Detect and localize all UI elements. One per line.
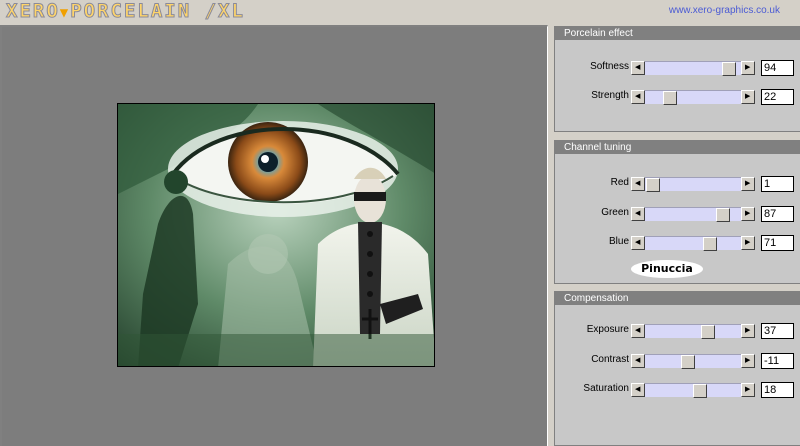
slider-thumb[interactable] [681,355,695,369]
preview-image [117,103,435,367]
slider-thumb[interactable] [663,91,677,105]
slider-track[interactable] [645,207,741,222]
arrow-right-icon: ▶ [745,386,751,393]
slider-track[interactable] [645,177,741,192]
contrast-row: Contrast ◀ ▶ -11 [555,353,800,369]
softness-increase-button[interactable]: ▶ [741,61,755,75]
saturation-increase-button[interactable]: ▶ [741,383,755,397]
contrast-label: Contrast [591,354,629,365]
arrow-left-icon: ◀ [635,357,641,364]
strength-row: Strength ◀ ▶ 22 [555,89,800,105]
red-label: Red [610,177,629,188]
softness-decrease-button[interactable]: ◀ [631,61,645,75]
title-bar: XERO▼PORCELAIN /XL www.xero-graphics.co.… [0,0,800,23]
exposure-decrease-button[interactable]: ◀ [631,324,645,338]
slider-track[interactable] [645,236,741,251]
app-logo: XERO▼PORCELAIN /XL [6,0,245,23]
slider-track[interactable] [645,61,741,76]
exposure-slider[interactable]: ◀ ▶ [631,324,755,339]
slider-thumb[interactable] [701,325,715,339]
panel-title: Channel tuning [555,141,800,154]
red-row: Red ◀ ▶ 1 [555,176,800,192]
logo-text-right: PORCELAIN /XL [70,0,245,23]
contrast-value-input[interactable]: -11 [761,353,794,369]
panel-title: Porcelain effect [555,27,800,40]
green-value-input[interactable]: 87 [761,206,794,222]
arrow-left-icon: ◀ [635,64,641,71]
arrow-right-icon: ▶ [745,239,751,246]
saturation-value-input[interactable]: 18 [761,382,794,398]
softness-value-input[interactable]: 94 [761,60,794,76]
arrow-left-icon: ◀ [635,93,641,100]
arrow-left-icon: ◀ [635,180,641,187]
exposure-value-input[interactable]: 37 [761,323,794,339]
logo-text-left: XERO [6,0,60,23]
softness-slider[interactable]: ◀ ▶ [631,61,755,76]
red-slider[interactable]: ◀ ▶ [631,177,755,192]
compensation-panel: Compensation Exposure ◀ ▶ 37 Contrast ◀ … [554,291,800,446]
strength-decrease-button[interactable]: ◀ [631,90,645,104]
slider-track[interactable] [645,324,741,339]
arrow-left-icon: ◀ [635,239,641,246]
saturation-label: Saturation [583,383,629,394]
arrow-left-icon: ◀ [635,210,641,217]
arrow-right-icon: ▶ [745,64,751,71]
logo-separator: ▼ [59,5,71,21]
saturation-row: Saturation ◀ ▶ 18 [555,382,800,398]
green-row: Green ◀ ▶ 87 [555,206,800,222]
red-value-input[interactable]: 1 [761,176,794,192]
slider-thumb[interactable] [703,237,717,251]
blue-increase-button[interactable]: ▶ [741,236,755,250]
blue-slider[interactable]: ◀ ▶ [631,236,755,251]
blue-decrease-button[interactable]: ◀ [631,236,645,250]
green-slider[interactable]: ◀ ▶ [631,207,755,222]
green-increase-button[interactable]: ▶ [741,207,755,221]
blue-label: Blue [608,236,629,247]
strength-value-input[interactable]: 22 [761,89,794,105]
porcelain-effect-panel: Porcelain effect Softness ◀ ▶ 94 Strengt… [554,26,800,132]
arrow-right-icon: ▶ [745,357,751,364]
blue-row: Blue ◀ ▶ 71 [555,235,800,251]
saturation-slider[interactable]: ◀ ▶ [631,383,755,398]
arrow-right-icon: ▶ [745,327,751,334]
exposure-label: Exposure [586,324,629,335]
slider-thumb[interactable] [716,208,730,222]
panel-title: Compensation [555,292,800,305]
saturation-decrease-button[interactable]: ◀ [631,383,645,397]
channel-tuning-panel: Channel tuning Red ◀ ▶ 1 Green ◀ ▶ 87 Bl… [554,140,800,284]
contrast-decrease-button[interactable]: ◀ [631,354,645,368]
blue-value-input[interactable]: 71 [761,235,794,251]
exposure-increase-button[interactable]: ▶ [741,324,755,338]
red-decrease-button[interactable]: ◀ [631,177,645,191]
website-link[interactable]: www.xero-graphics.co.uk [669,5,780,16]
arrow-left-icon: ◀ [635,386,641,393]
contrast-increase-button[interactable]: ▶ [741,354,755,368]
slider-track[interactable] [645,383,741,398]
slider-track[interactable] [645,354,741,369]
contrast-slider[interactable]: ◀ ▶ [631,354,755,369]
strength-label: Strength [591,90,629,101]
softness-row: Softness ◀ ▶ 94 [555,60,800,76]
arrow-right-icon: ▶ [745,210,751,217]
strength-increase-button[interactable]: ▶ [741,90,755,104]
strength-slider[interactable]: ◀ ▶ [631,90,755,105]
exposure-row: Exposure ◀ ▶ 37 [555,323,800,339]
slider-track[interactable] [645,90,741,105]
arrow-left-icon: ◀ [635,327,641,334]
slider-thumb[interactable] [722,62,736,76]
preview-area[interactable] [0,25,548,446]
slider-thumb[interactable] [646,178,660,192]
red-increase-button[interactable]: ▶ [741,177,755,191]
slider-thumb[interactable] [693,384,707,398]
green-decrease-button[interactable]: ◀ [631,207,645,221]
green-label: Green [601,207,629,218]
signature-watermark: Pinuccia [631,260,703,278]
arrow-right-icon: ▶ [745,93,751,100]
softness-label: Softness [590,61,629,72]
arrow-right-icon: ▶ [745,180,751,187]
preview-image-artwork [118,104,434,366]
